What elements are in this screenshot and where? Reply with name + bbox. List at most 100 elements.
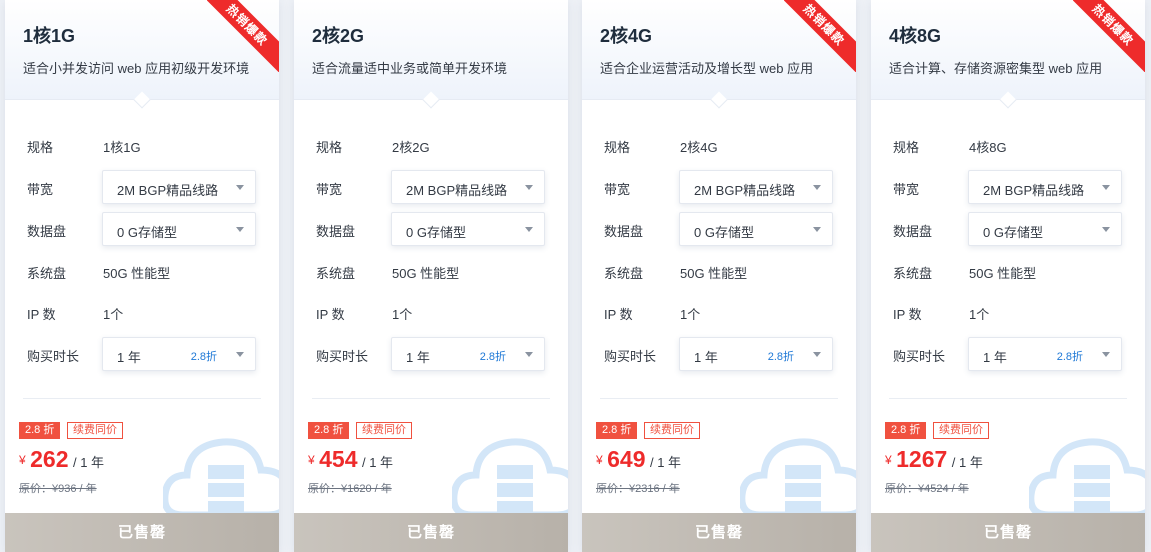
duration-row: 购买时长 1 年 2.8折 <box>871 337 1145 371</box>
renew-same-price-badge: 续费同价 <box>933 422 989 439</box>
duration-label: 购买时长 <box>893 349 946 364</box>
price-unit: / 1 年 <box>72 455 105 470</box>
sold-out-button[interactable]: 已售罄 <box>871 513 1145 552</box>
original-price: 原价：¥4524 / 年 <box>885 483 969 495</box>
system-disk-label: 系统盘 <box>604 266 644 281</box>
data-disk-row: 数据盘 0 G存储型 <box>294 212 568 246</box>
price-unit: / 1 年 <box>649 455 682 470</box>
data-disk-row: 数据盘 0 G存储型 <box>871 212 1145 246</box>
duration-select[interactable]: 1 年 2.8折 <box>391 337 545 371</box>
data-disk-select[interactable]: 0 G存储型 <box>102 212 256 246</box>
duration-select[interactable]: 1 年 2.8折 <box>102 337 256 371</box>
duration-select[interactable]: 1 年 2.8折 <box>968 337 1122 371</box>
data-disk-label: 数据盘 <box>27 224 67 239</box>
divider <box>312 398 550 399</box>
hot-ribbon-label: 热销爆款 <box>1073 0 1145 72</box>
duration-select[interactable]: 1 年 2.8折 <box>679 337 833 371</box>
divider <box>600 398 838 399</box>
spec-value: 2核4G <box>680 140 718 155</box>
ip-count-row: IP 数 1个 <box>5 295 279 329</box>
bandwidth-value: 2M BGP精品线路 <box>983 183 1085 198</box>
bandwidth-label: 带宽 <box>316 182 343 197</box>
bandwidth-label: 带宽 <box>27 182 54 197</box>
plan-title: 2核4G <box>600 26 653 46</box>
price-amount: 454 <box>319 446 358 472</box>
bandwidth-row: 带宽 2M BGP精品线路 <box>871 170 1145 204</box>
plan-description: 适合计算、存储资源密集型 web 应用 <box>889 61 1103 76</box>
chevron-down-icon <box>236 185 244 190</box>
ip-count-value: 1个 <box>680 307 701 322</box>
chevron-down-icon <box>1102 352 1110 357</box>
duration-discount: 2.8折 <box>190 351 217 363</box>
data-disk-select[interactable]: 0 G存储型 <box>391 212 545 246</box>
pricing-cards: 1核1G 适合小并发访问 web 应用初级开发环境 热销爆款 规格 1核1G 带… <box>0 0 1151 552</box>
discount-badge: 2.8 折 <box>885 422 927 439</box>
discount-badge: 2.8 折 <box>19 422 61 439</box>
spec-value: 1核1G <box>103 140 141 155</box>
duration-row: 购买时长 1 年 2.8折 <box>294 337 568 371</box>
bandwidth-select[interactable]: 2M BGP精品线路 <box>968 170 1122 204</box>
bandwidth-label: 带宽 <box>893 182 920 197</box>
data-disk-value: 0 G存储型 <box>983 225 1043 240</box>
ip-count-label: IP 数 <box>604 307 633 322</box>
discount-badge: 2.8 折 <box>308 422 350 439</box>
hot-ribbon: 热销爆款 <box>1073 0 1145 72</box>
sold-out-button[interactable]: 已售罄 <box>5 513 279 552</box>
ip-count-row: IP 数 1个 <box>871 295 1145 329</box>
divider <box>889 398 1127 399</box>
price-unit: / 1 年 <box>951 455 983 470</box>
cloud-server-icon <box>163 438 279 519</box>
duration-discount: 2.8折 <box>1056 351 1083 363</box>
currency-symbol: ¥ <box>596 453 603 467</box>
hot-ribbon-label: 热销爆款 <box>784 0 856 72</box>
plan-title: 4核8G <box>889 26 942 46</box>
system-disk-label: 系统盘 <box>27 266 67 281</box>
duration-label: 购买时长 <box>316 349 369 364</box>
currency-symbol: ¥ <box>308 453 315 467</box>
data-disk-label: 数据盘 <box>893 224 933 239</box>
ip-count-label: IP 数 <box>893 307 922 322</box>
spec-label: 规格 <box>604 140 631 155</box>
spec-label: 规格 <box>316 140 343 155</box>
sold-out-button[interactable]: 已售罄 <box>294 513 568 552</box>
header-notch <box>710 91 728 109</box>
spec-row: 规格 1核1G <box>5 128 279 162</box>
duration-row: 购买时长 1 年 2.8折 <box>582 337 856 371</box>
plan-title: 2核2G <box>312 26 365 46</box>
header-notch <box>999 91 1017 109</box>
cloud-server-icon <box>1029 438 1145 519</box>
bandwidth-select[interactable]: 2M BGP精品线路 <box>391 170 545 204</box>
bandwidth-select[interactable]: 2M BGP精品线路 <box>679 170 833 204</box>
header-notch <box>133 91 151 109</box>
data-disk-select[interactable]: 0 G存储型 <box>679 212 833 246</box>
system-disk-value: 50G 性能型 <box>392 266 460 281</box>
hot-ribbon-label: 热销爆款 <box>207 0 279 72</box>
currency-symbol: ¥ <box>19 453 26 467</box>
header-notch <box>422 91 440 109</box>
plan-card-4c8g: 4核8G 适合计算、存储资源密集型 web 应用 热销爆款 规格 4核8G 带宽… <box>871 0 1145 552</box>
plan-title: 1核1G <box>23 26 76 46</box>
bandwidth-row: 带宽 2M BGP精品线路 <box>582 170 856 204</box>
currency-symbol: ¥ <box>885 453 892 467</box>
ip-count-label: IP 数 <box>27 307 56 322</box>
duration-discount: 2.8折 <box>767 351 794 363</box>
card-header: 2核2G 适合流量适中业务或简单开发环境 <box>294 0 568 109</box>
price: ¥ 262 / 1 年 <box>19 446 104 476</box>
sold-out-button[interactable]: 已售罄 <box>582 513 856 552</box>
hot-ribbon: 热销爆款 <box>784 0 856 72</box>
duration-value: 1 年 <box>694 350 718 365</box>
chevron-down-icon <box>525 352 533 357</box>
system-disk-row: 系统盘 50G 性能型 <box>5 254 279 288</box>
system-disk-row: 系统盘 50G 性能型 <box>294 254 568 288</box>
ip-count-row: IP 数 1个 <box>294 295 568 329</box>
system-disk-row: 系统盘 50G 性能型 <box>582 254 856 288</box>
spec-row: 规格 2核2G <box>294 128 568 162</box>
system-disk-label: 系统盘 <box>316 266 356 281</box>
data-disk-value: 0 G存储型 <box>694 225 754 240</box>
data-disk-label: 数据盘 <box>316 224 356 239</box>
bandwidth-select[interactable]: 2M BGP精品线路 <box>102 170 256 204</box>
ip-count-value: 1个 <box>392 307 413 322</box>
duration-value: 1 年 <box>117 350 141 365</box>
cloud-server-icon <box>740 438 856 519</box>
data-disk-select[interactable]: 0 G存储型 <box>968 212 1122 246</box>
